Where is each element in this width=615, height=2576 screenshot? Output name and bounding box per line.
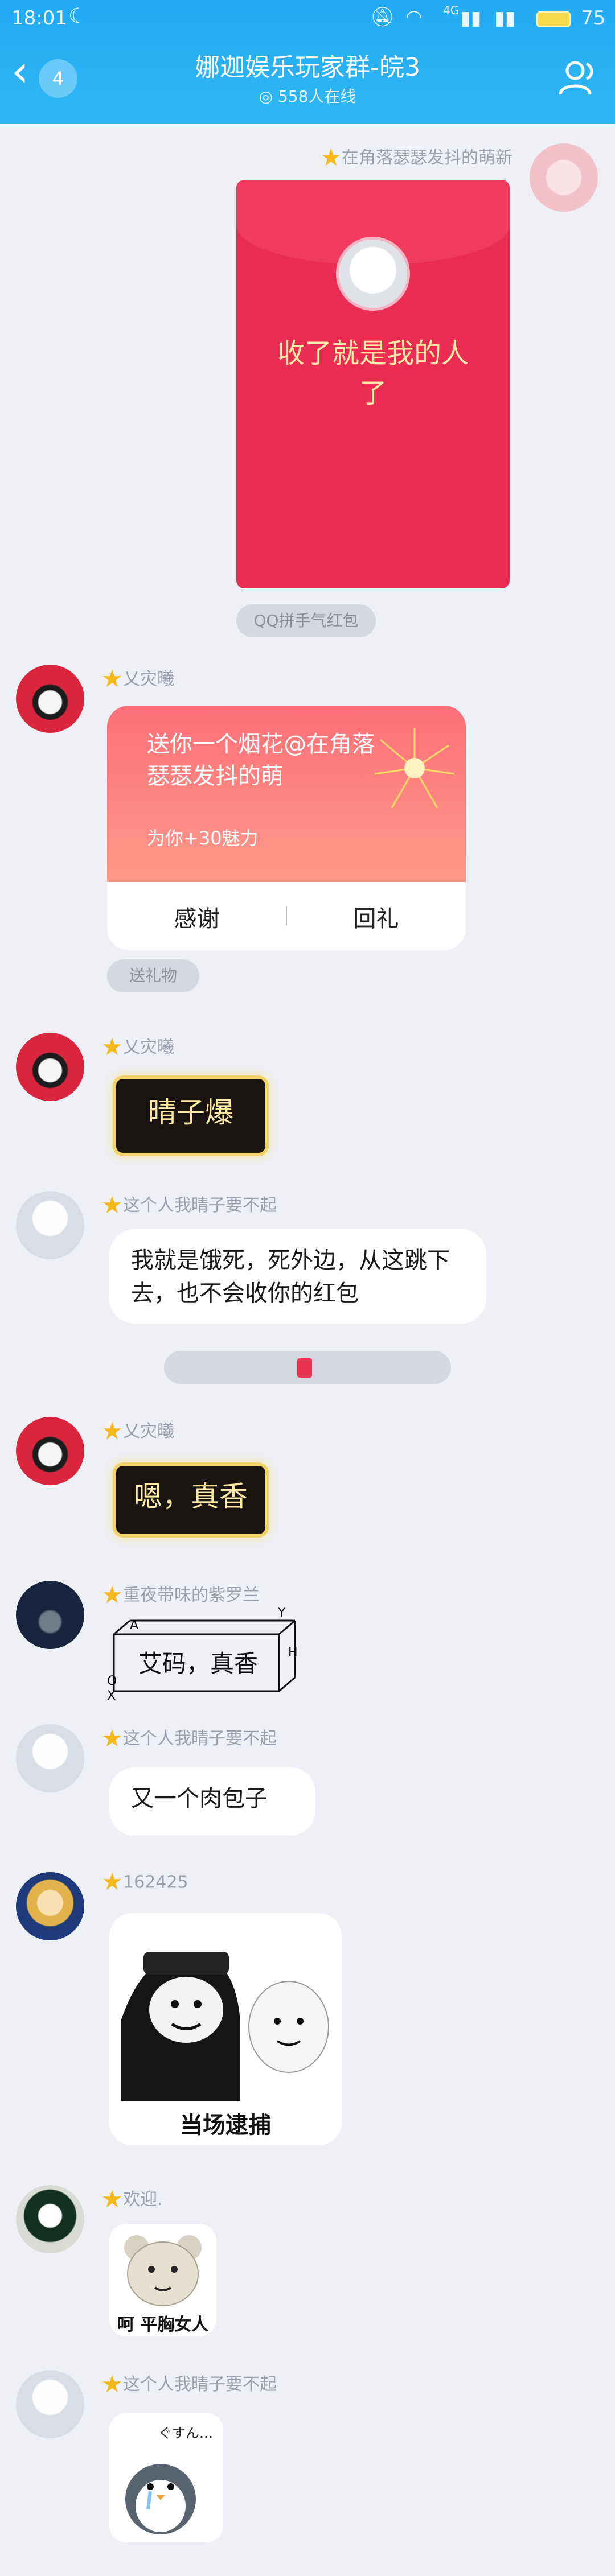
sender-name: ★乂灾曦 <box>101 1416 174 1445</box>
sender-name: ★乂灾曦 <box>101 664 174 693</box>
box-sticker[interactable]: 艾码，真香 Y H A O X <box>107 1606 301 1703</box>
sender-name: ★这个人我晴子要不起 <box>101 1724 277 1752</box>
meme-illustration <box>121 1952 329 2101</box>
sender-avatar[interactable] <box>16 1581 84 1649</box>
group-title[interactable]: 娜迦娱乐玩家群-皖3 <box>142 47 473 83</box>
sender-name: ★这个人我晴子要不起 <box>101 1190 277 1219</box>
star-icon: ★ <box>101 2185 123 2213</box>
sender-avatar[interactable] <box>16 2370 84 2438</box>
red-packet[interactable]: 收了就是我的人了 <box>236 180 510 588</box>
battery-level: 75 <box>581 7 606 30</box>
return-gift-button[interactable]: 回礼 <box>286 900 466 933</box>
axis-x-label: X <box>107 1689 116 1703</box>
star-icon: ★ <box>101 1416 123 1445</box>
system-notice <box>164 1351 451 1384</box>
sender-avatar[interactable] <box>16 665 84 733</box>
sender-avatar[interactable] <box>16 1417 84 1485</box>
star-icon: ★ <box>101 1724 123 1752</box>
neon-sticker[interactable]: 晴子爆 <box>113 1075 269 1156</box>
penguin-illustration <box>125 2464 196 2534</box>
message-bubble[interactable]: 我就是饿死，死外边，从这跳下去，也不会收你的红包 <box>109 1229 486 1324</box>
star-icon: ★ <box>320 143 342 171</box>
thanks-button[interactable]: 感谢 <box>107 900 286 933</box>
unread-badge[interactable]: 4 <box>39 59 77 98</box>
mute-icon: 🔕︎ <box>370 6 395 28</box>
sender-name: ★重夜带味的紫罗兰 <box>101 1580 260 1609</box>
packet-avatar <box>336 237 410 311</box>
meme-image[interactable]: 当场逮捕 <box>109 1913 342 2145</box>
sender-name: ★在角落瑟瑟发抖的萌新 <box>320 143 512 171</box>
chat-header: 18:01 ☾ 🔕︎ ◠ 4G ▮▮ ▮▮ 75 ‹ 4 娜迦娱乐玩家群-皖3 … <box>0 0 615 124</box>
axis-o-label: O <box>107 1674 117 1688</box>
star-icon: ★ <box>101 1580 123 1609</box>
group-members-icon[interactable] <box>557 57 599 99</box>
red-packet-icon <box>297 1358 312 1378</box>
gift-message: 送你一个烟花@在角落瑟瑟发抖的萌 <box>147 731 375 789</box>
sender-avatar[interactable] <box>16 1724 84 1792</box>
penguin-sticker[interactable]: ぐすん… <box>109 2413 223 2542</box>
sender-name: ★162425 <box>101 1868 188 1895</box>
bear-illustration <box>124 2235 202 2306</box>
star-icon: ★ <box>101 2369 123 2398</box>
bear-sticker[interactable]: 呵 平胸女人 <box>109 2224 216 2336</box>
sender-avatar[interactable] <box>16 2185 84 2253</box>
neon-sticker[interactable]: 嗯，真香 <box>113 1462 269 1538</box>
packet-label: QQ拼手气红包 <box>236 604 376 637</box>
moon-icon: ☾ <box>68 5 87 28</box>
self-avatar[interactable] <box>530 143 598 212</box>
signal-icon: ▮▮ <box>460 7 482 30</box>
battery-icon <box>536 11 571 27</box>
sender-avatar[interactable] <box>16 1872 84 1940</box>
star-icon: ★ <box>101 1868 123 1895</box>
gift-charm: 为你+30魅力 <box>147 827 259 849</box>
penguin-caption: ぐすん… <box>158 2425 213 2441</box>
star-icon: ★ <box>101 1190 123 1219</box>
star-icon: ★ <box>101 664 123 693</box>
sender-name: ★欢迎. <box>101 2185 163 2213</box>
wifi-icon: ◠ <box>405 6 423 28</box>
firework-icon <box>374 728 455 809</box>
gift-card[interactable]: 送你一个烟花@在角落瑟瑟发抖的萌 为你+30魅力 感谢 回礼 <box>107 706 466 950</box>
axis-y-label: Y <box>278 1606 286 1620</box>
gift-label: 送礼物 <box>107 959 199 992</box>
network-type: 4G <box>443 3 460 17</box>
box-text: 艾码，真香 <box>138 1650 258 1678</box>
axis-a-label: A <box>130 1618 139 1633</box>
sender-avatar[interactable] <box>16 1191 84 1259</box>
axis-h-label: H <box>288 1646 298 1660</box>
online-count: ◎ 558人在线 <box>259 87 356 106</box>
online-icon: ◎ <box>259 87 278 106</box>
sender-avatar[interactable] <box>16 1033 84 1101</box>
meme-caption: 当场逮捕 <box>180 2112 271 2138</box>
packet-message: 收了就是我的人了 <box>277 337 469 409</box>
bear-caption: 呵 平胸女人 <box>117 2315 209 2335</box>
message-bubble[interactable]: 又一个肉包子 <box>109 1767 315 1836</box>
gift-banner: 送你一个烟花@在角落瑟瑟发抖的萌 为你+30魅力 <box>107 706 466 882</box>
signal2-icon: ▮▮ <box>494 7 516 30</box>
sender-name: ★乂灾曦 <box>101 1032 174 1061</box>
status-time: 18:01 <box>11 7 67 30</box>
sender-name: ★这个人我晴子要不起 <box>101 2369 277 2398</box>
star-icon: ★ <box>101 1032 123 1061</box>
